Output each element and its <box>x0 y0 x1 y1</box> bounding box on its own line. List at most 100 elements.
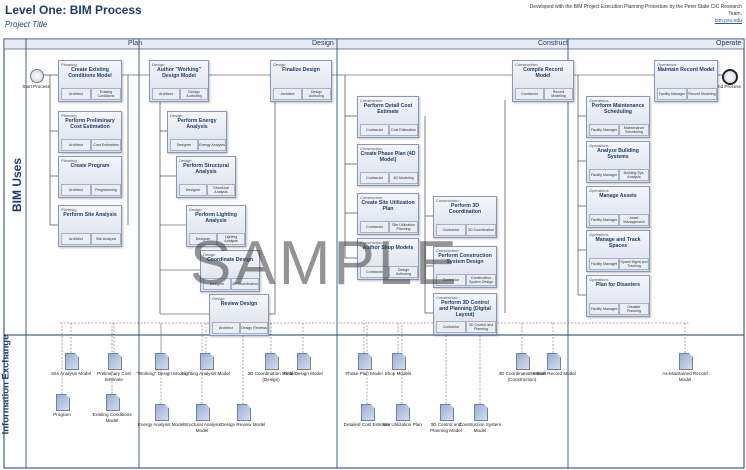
document-icon[interactable] <box>516 353 530 370</box>
process-box[interactable]: Planning Perform Preliminary Cost Estimat… <box>58 111 122 153</box>
process-title: Create Site Utilization Plan <box>361 200 415 212</box>
document-icon[interactable] <box>679 353 693 370</box>
process-responsible-party: Facility Manager <box>589 124 619 136</box>
process-responsible-party: Architect <box>61 184 91 196</box>
process-responsible-party: Contractor <box>436 274 466 286</box>
process-box[interactable]: Construction Create Phase Plan (4D Model)… <box>357 144 419 186</box>
process-responsible-party: Contractor <box>436 224 466 236</box>
document-icon[interactable] <box>237 404 251 421</box>
document-icon[interactable] <box>361 404 375 421</box>
start-event-label: Start Process <box>22 84 50 89</box>
process-box[interactable]: Design Perform Lighting Analysis Designer L… <box>186 205 246 247</box>
process-title: Perform 3D Control and Planning (Digital… <box>439 300 491 318</box>
document-icon[interactable] <box>155 353 169 370</box>
project-title: Project Title <box>5 20 48 29</box>
document-icon[interactable] <box>108 353 122 370</box>
process-responsible-party: Contractor <box>436 321 466 333</box>
process-title: Maintain Record Model <box>657 67 715 73</box>
process-responsible-party: Contractor <box>360 221 389 233</box>
process-title: Manage Assets <box>599 193 637 199</box>
process-box[interactable]: Design Coordinate Design Designer 3D Coordi… <box>200 250 260 292</box>
process-responsible-party: Contractor <box>360 266 389 278</box>
process-responsible-party: Architect <box>61 88 91 100</box>
document-icon[interactable] <box>106 394 120 411</box>
process-box[interactable]: Design Perform Energy Analysis Designer Ene… <box>167 111 227 153</box>
process-responsible-party: Facility Manager <box>589 169 619 181</box>
process-box[interactable]: Operations Plan for Disasters Facility Man… <box>586 275 650 317</box>
process-title: Perform Construction System Design <box>438 253 492 265</box>
document-icon[interactable] <box>358 353 372 370</box>
phase-label-operate: Operate <box>716 40 742 47</box>
process-bim-use: 3D Coordination <box>466 224 496 236</box>
process-bim-use: Space Mgmt and Tracking <box>619 258 649 270</box>
phase-label-design: Design <box>312 40 334 47</box>
process-bim-use: Design Reviews <box>240 322 268 334</box>
credit-link[interactable]: bim.psu.edu <box>715 18 742 24</box>
process-box[interactable]: Design Finalize Design Architect Design Aut… <box>270 60 332 102</box>
document-icon[interactable] <box>200 353 214 370</box>
document-label: Preliminary Cost Estimate <box>97 371 131 382</box>
process-bim-use: Design Authoring <box>180 88 208 100</box>
process-responsible-party: Facility Manager <box>657 88 687 100</box>
process-bim-use: 3D Coordination <box>231 278 259 290</box>
document-icon[interactable] <box>547 353 561 370</box>
page-title: Level One: BIM Process <box>5 3 142 17</box>
process-responsible-party: Facility Manager <box>589 258 619 270</box>
process-title: Analyze Building Systems <box>597 148 639 160</box>
process-responsible-party: Architect <box>61 139 91 151</box>
process-title: Create Existing Conditions Model <box>68 67 112 79</box>
document-icon[interactable] <box>440 404 454 421</box>
process-box[interactable]: Construction Perform Construction System … <box>433 246 497 288</box>
process-box[interactable]: Planning Create Existing Conditions Model… <box>58 60 122 102</box>
document-icon[interactable] <box>396 404 410 421</box>
process-box[interactable]: Construction Compile Record Model Contract… <box>512 60 574 102</box>
process-box[interactable]: Operations Manage Assets Facility Manager A… <box>586 186 650 228</box>
process-box[interactable]: Design Author "Working" Design Model Archi… <box>149 60 209 102</box>
document-icon[interactable] <box>297 353 311 370</box>
process-title: Perform Maintenance Scheduling <box>591 103 645 115</box>
process-responsible-party: Contractor <box>360 124 389 136</box>
process-box[interactable]: Construction Author Shop Models Contractor… <box>357 238 419 280</box>
header: Level One: BIM Process Project Title Dev… <box>0 0 746 38</box>
process-bim-use: Design Authoring <box>389 266 418 278</box>
process-responsible-party: Designer <box>170 139 198 151</box>
document-icon[interactable] <box>474 404 488 421</box>
document-label: "Working" Design Model <box>136 371 186 376</box>
process-bim-use: Record Modeling <box>687 88 717 100</box>
process-box[interactable]: Operations Maintain Record Model Facility … <box>654 60 718 102</box>
process-box[interactable]: Construction Perform 3D Coordination Contr… <box>433 196 497 238</box>
process-bim-use: Building Sys. Analysis <box>619 169 649 181</box>
process-responsible-party: Architect <box>152 88 180 100</box>
document-icon[interactable] <box>196 404 210 421</box>
process-title: Create Program <box>70 163 110 169</box>
process-box[interactable]: Planning Perform Site Analysis Architect Si… <box>58 205 122 247</box>
process-box[interactable]: Design Review Design Architect Design Revie… <box>209 294 269 336</box>
process-box[interactable]: Design Perform Structural Analysis Designe… <box>176 156 236 198</box>
process-bim-use: 3D Control and Planning <box>466 321 496 333</box>
process-title: Perform Structural Analysis <box>183 163 229 175</box>
process-box[interactable]: Operations Manage and Track Spaces Facilit… <box>586 230 650 272</box>
process-bim-use: Construction System Design <box>466 274 496 286</box>
document-label: Existing Conditions Model <box>92 412 132 423</box>
process-box[interactable]: Construction Create Site Utilization Plan… <box>357 193 419 235</box>
process-box[interactable]: Construction Perform Detail Cost Estimate… <box>357 96 419 138</box>
process-box[interactable]: Planning Create Program Architect Programmi… <box>58 156 122 198</box>
process-box[interactable]: Construction Perform 3D Control and Plann… <box>433 293 497 335</box>
process-responsible-party: Designer <box>189 233 217 245</box>
process-box[interactable]: Operations Perform Maintenance Scheduling… <box>586 96 650 138</box>
process-bim-use: Structural Analysis <box>207 184 235 196</box>
document-icon[interactable] <box>392 353 406 370</box>
document-icon[interactable] <box>155 404 169 421</box>
phase-label-construct: Construct <box>538 40 568 47</box>
process-map: Plan Design Construct Operate BIM Uses I… <box>0 38 746 470</box>
document-icon[interactable] <box>65 353 79 370</box>
process-title: Create Phase Plan (4D Model) <box>360 151 416 163</box>
lane-label-info-exchange: Information Exchange <box>0 334 12 435</box>
phase-header-band <box>3 38 745 50</box>
document-label: Site Utilization Plan <box>382 422 422 427</box>
document-icon[interactable] <box>265 353 279 370</box>
document-icon[interactable] <box>56 394 70 411</box>
process-bim-use: Maintenance Scheduling <box>619 124 649 136</box>
process-bim-use: Design Authoring <box>302 88 331 100</box>
process-box[interactable]: Operations Analyze Building Systems Facili… <box>586 141 650 183</box>
